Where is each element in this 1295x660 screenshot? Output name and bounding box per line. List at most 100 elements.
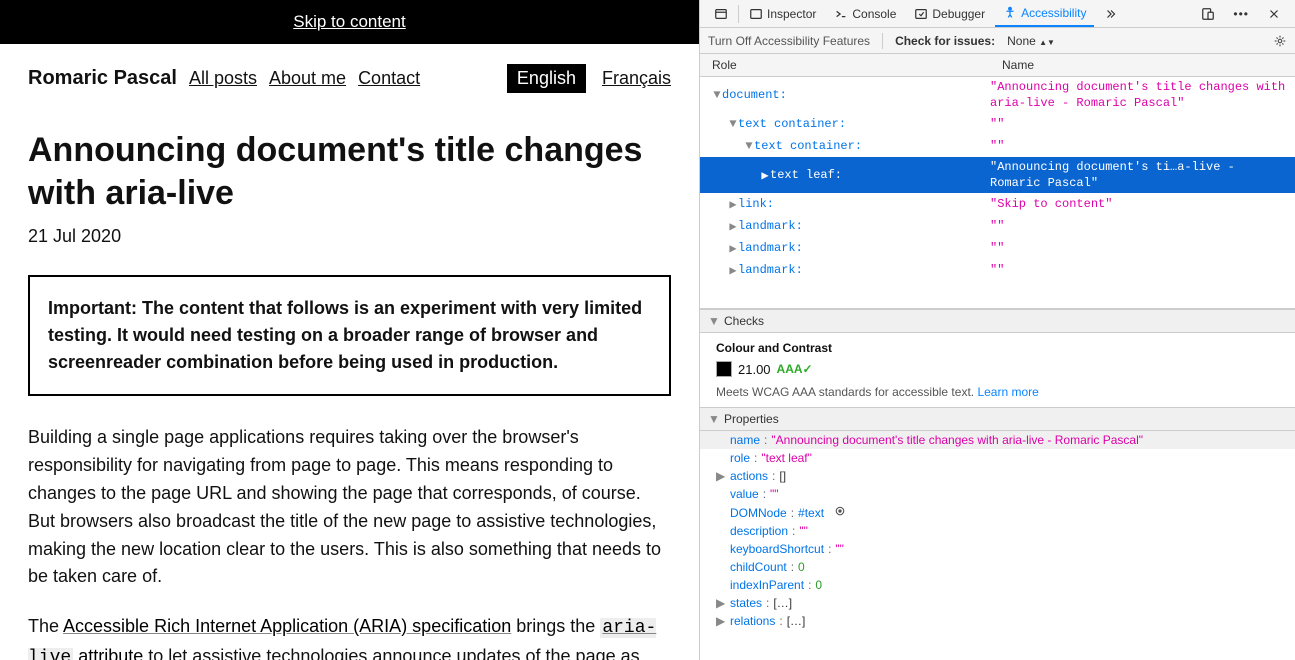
tree-row[interactable]: ▶ text leaf:"Announcing document's ti…a-… xyxy=(700,157,1295,193)
property-key: role xyxy=(730,451,750,465)
tree-twisty[interactable]: ▼ xyxy=(744,139,754,153)
property-key: name xyxy=(730,433,760,447)
settings-icon[interactable] xyxy=(1273,34,1287,48)
property-value: "text leaf" xyxy=(761,451,812,465)
checks-subheading: Colour and Contrast xyxy=(716,341,1279,355)
tree-role: text container: xyxy=(738,117,846,131)
property-value: "" xyxy=(770,487,779,501)
property-value: […] xyxy=(773,596,792,610)
property-value: 0 xyxy=(815,578,822,592)
tree-name: "Announcing document's title changes wit… xyxy=(990,79,1295,111)
tree-role: link: xyxy=(738,197,774,211)
skip-link[interactable]: Skip to content xyxy=(293,12,405,31)
article-content: Announcing document's title changes with… xyxy=(0,101,699,660)
properties-header[interactable]: ▼ Properties xyxy=(700,407,1295,431)
tree-row[interactable]: ▼ text container: "" xyxy=(700,113,1295,135)
tree-row[interactable]: ▶ link:"Skip to content" xyxy=(700,193,1295,215)
property-key: description xyxy=(730,524,788,538)
property-row[interactable]: childCount: 0 xyxy=(700,558,1295,576)
site-brand[interactable]: Romaric Pascal xyxy=(28,67,177,90)
accessibility-icon xyxy=(1003,6,1017,20)
property-row[interactable]: description: "" xyxy=(700,522,1295,540)
close-button[interactable] xyxy=(1259,0,1289,27)
checks-area: Colour and Contrast 21.00 AAA✓ Meets WCA… xyxy=(700,333,1295,407)
tree-name: "" xyxy=(990,117,1295,131)
property-value: […] xyxy=(787,614,806,628)
tree-twisty[interactable]: ▶ xyxy=(760,168,770,183)
tree-row[interactable]: ▶ landmark:"" xyxy=(700,237,1295,259)
tree-twisty[interactable]: ▶ xyxy=(728,219,738,234)
skip-to-content-bar[interactable]: Skip to content xyxy=(0,0,699,44)
tab-overflow[interactable] xyxy=(1096,0,1126,27)
tree-row[interactable]: ▶ landmark: "" xyxy=(700,215,1295,237)
tree-role: document: xyxy=(722,88,787,102)
properties-area[interactable]: name: "Announcing document's title chang… xyxy=(700,431,1295,660)
property-row[interactable]: value: "" xyxy=(700,485,1295,503)
tab-console[interactable]: Console xyxy=(826,0,904,27)
wcag-text: Meets WCAG AAA standards for accessible … xyxy=(716,385,1279,399)
tree-row[interactable]: ▼ text container: "" xyxy=(700,135,1295,157)
property-row[interactable]: ▶relations: […] xyxy=(700,612,1295,630)
check-issues-label: Check for issues: xyxy=(895,34,995,48)
tab-inspector[interactable]: Inspector xyxy=(741,0,824,27)
property-twisty[interactable]: ▶ xyxy=(716,469,726,483)
tree-row[interactable]: ▶ landmark: "" xyxy=(700,259,1295,281)
aaa-badge: AAA✓ xyxy=(777,362,813,376)
accessibility-tree[interactable]: ▼ document: "Announcing document's title … xyxy=(700,77,1295,309)
nav-contact[interactable]: Contact xyxy=(358,68,420,89)
nav-about[interactable]: About me xyxy=(269,68,346,89)
property-key: relations xyxy=(730,614,775,628)
tab-debugger[interactable]: Debugger xyxy=(906,0,993,27)
iframe-icon xyxy=(714,7,728,21)
property-row[interactable]: name: "Announcing document's title chang… xyxy=(700,431,1295,449)
tree-twisty[interactable]: ▼ xyxy=(712,88,722,102)
tree-row[interactable]: ▼ document: "Announcing document's title … xyxy=(700,77,1295,113)
property-key: indexInParent xyxy=(730,578,804,592)
tree-name: "" xyxy=(990,219,1295,233)
responsive-mode-button[interactable] xyxy=(1193,0,1223,27)
node-picker-icon[interactable] xyxy=(834,505,846,520)
devtools-tab-bar: Inspector Console Debugger Accessibility… xyxy=(700,0,1295,28)
article-date: 21 Jul 2020 xyxy=(28,226,671,247)
aria-spec-link[interactable]: Accessible Rich Internet Application (AR… xyxy=(63,616,511,636)
iframe-picker-button[interactable] xyxy=(706,0,736,27)
property-row[interactable]: ▶actions: [] xyxy=(700,467,1295,485)
property-row[interactable]: keyboardShortcut: "" xyxy=(700,540,1295,558)
tab-accessibility[interactable]: Accessibility xyxy=(995,0,1094,27)
property-twisty[interactable]: ▶ xyxy=(716,614,726,628)
page-content: Skip to content Romaric Pascal All posts… xyxy=(0,0,699,660)
property-key: DOMNode xyxy=(730,506,787,520)
nav-all-posts[interactable]: All posts xyxy=(189,68,257,89)
language-switcher: English Français xyxy=(507,64,671,93)
property-twisty[interactable]: ▶ xyxy=(716,596,726,610)
checks-header[interactable]: ▼ Checks xyxy=(700,309,1295,333)
tree-twisty[interactable]: ▶ xyxy=(728,197,738,212)
tree-twisty[interactable]: ▼ xyxy=(728,117,738,131)
check-issues-select[interactable]: None ▲▼ xyxy=(1007,34,1055,48)
lang-english[interactable]: English xyxy=(507,64,586,93)
tree-twisty[interactable]: ▶ xyxy=(728,263,738,278)
property-row[interactable]: indexInParent: 0 xyxy=(700,576,1295,594)
property-row[interactable]: DOMNode: #text xyxy=(700,503,1295,522)
tree-name: "" xyxy=(990,139,1295,153)
turn-off-accessibility-button[interactable]: Turn Off Accessibility Features xyxy=(708,34,870,48)
paragraph-1: Building a single page applications requ… xyxy=(28,424,671,591)
tree-role: landmark: xyxy=(738,219,803,233)
more-button[interactable]: ••• xyxy=(1225,0,1257,27)
checks-twisty[interactable]: ▼ xyxy=(708,314,718,328)
learn-more-link[interactable]: Learn more xyxy=(977,385,1038,399)
tree-twisty[interactable]: ▶ xyxy=(728,241,738,256)
accessibility-subbar: Turn Off Accessibility Features Check fo… xyxy=(700,28,1295,54)
property-row[interactable]: role: "text leaf" xyxy=(700,449,1295,467)
color-swatch xyxy=(716,361,732,377)
property-key: value xyxy=(730,487,759,501)
property-key: childCount xyxy=(730,560,787,574)
lang-francais[interactable]: Français xyxy=(602,68,671,89)
properties-twisty[interactable]: ▼ xyxy=(708,412,718,426)
property-key: states xyxy=(730,596,762,610)
property-value: 0 xyxy=(798,560,805,574)
tree-role: text container: xyxy=(754,139,862,153)
property-row[interactable]: ▶states: […] xyxy=(700,594,1295,612)
tree-name: "" xyxy=(990,263,1295,277)
tree-role: landmark: xyxy=(738,263,803,277)
